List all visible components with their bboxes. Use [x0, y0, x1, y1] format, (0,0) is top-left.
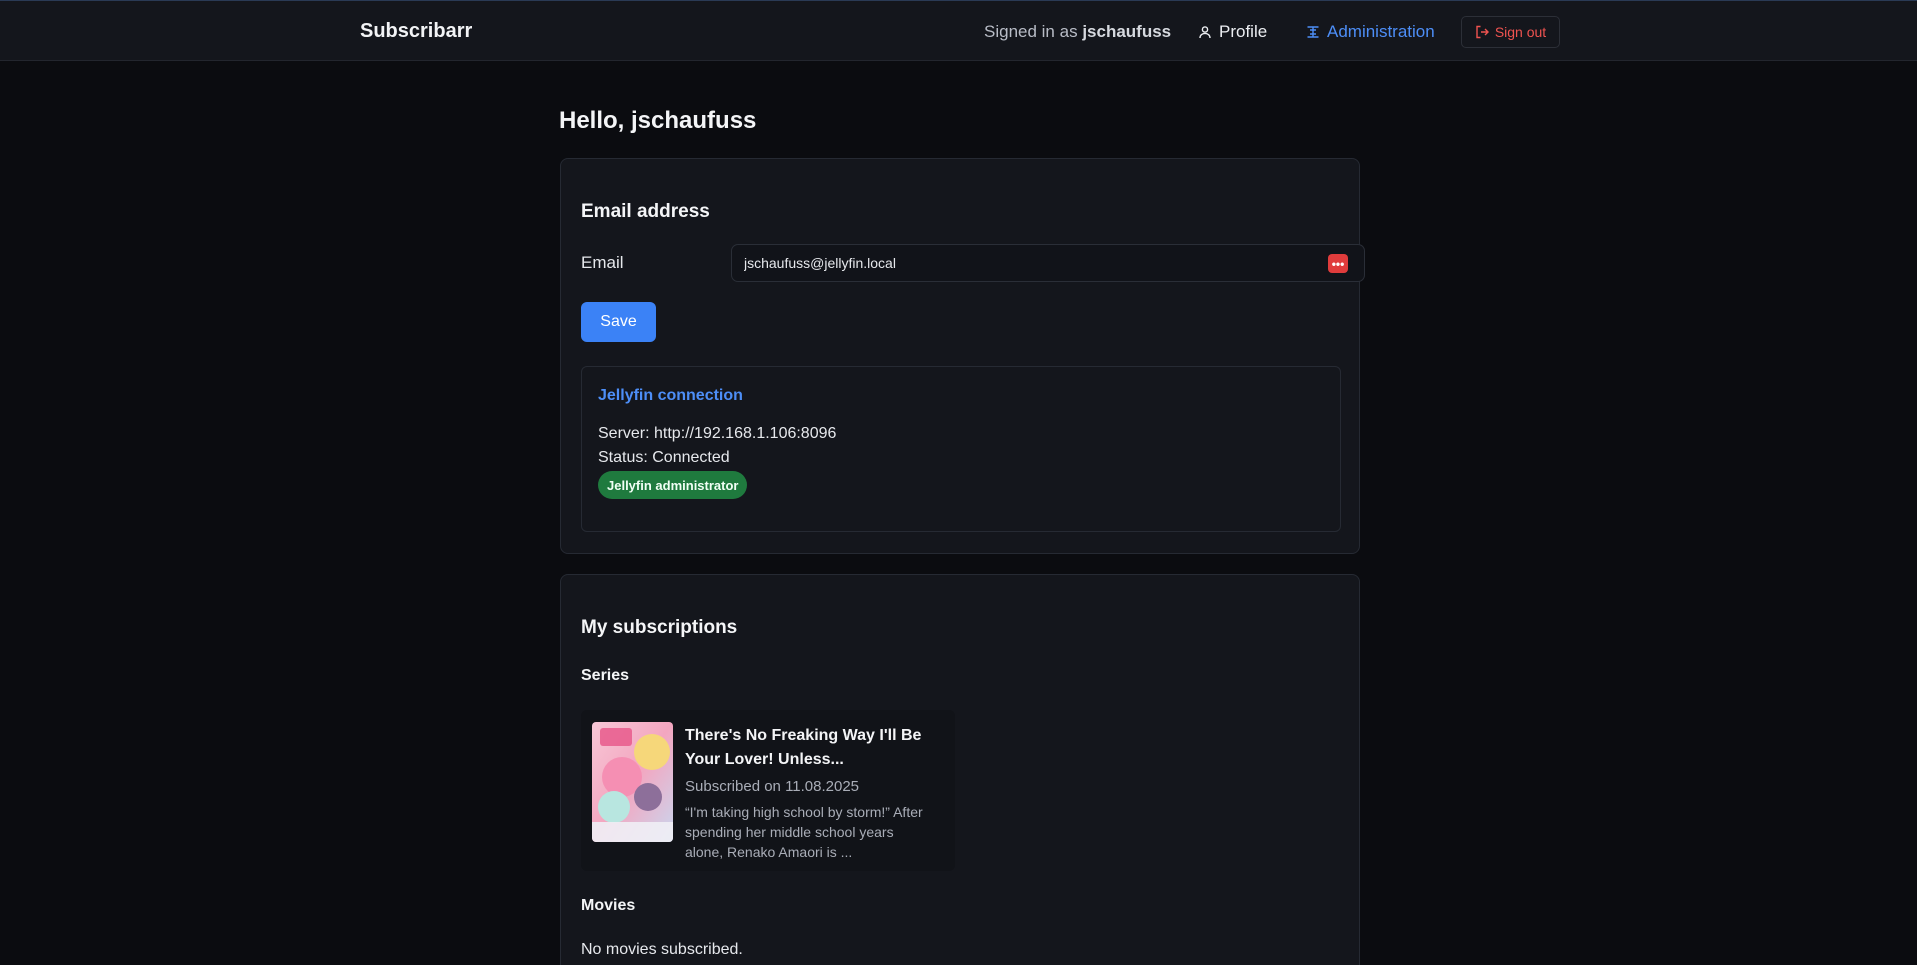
email-label: Email [581, 253, 624, 272]
subscriptions-card: My subscriptions Series There's No Freak… [560, 574, 1360, 965]
movies-empty-text: No movies subscribed. [581, 941, 743, 958]
signed-in-text: Signed in as jschaufuss [984, 22, 1171, 42]
jellyfin-server: Server: http://192.168.1.106:8096 [598, 425, 837, 442]
jellyfin-status: Status: Connected [598, 449, 730, 466]
email-card-title: Email address [581, 201, 710, 222]
series-poster [592, 722, 673, 842]
jellyfin-connection-panel: Jellyfin connection Server: http://192.1… [581, 366, 1341, 532]
app-brand[interactable]: Subscribarr [360, 20, 472, 43]
series-description: “I'm taking high school by storm!” After… [685, 804, 923, 860]
series-subscription-item[interactable]: There's No Freaking Way I'll Be Your Lov… [581, 710, 955, 871]
series-subscribed-date: Subscribed on 11.08.2025 [685, 778, 860, 795]
password-manager-icon[interactable]: ••• [1328, 254, 1348, 273]
series-heading: Series [581, 667, 630, 684]
nav-profile-link[interactable]: Profile [1198, 22, 1267, 42]
email-card: Email address Email ••• Save Jellyfin co… [560, 158, 1365, 554]
page-title: Hello, jschaufuss [559, 107, 757, 134]
series-title: There's No Freaking Way I'll Be Your Lov… [685, 727, 922, 768]
sign-out-button[interactable]: Sign out [1461, 16, 1560, 48]
admin-icon [1306, 25, 1320, 39]
top-navbar: Subscribarr Signed in as jschaufuss Prof… [0, 0, 1917, 61]
sign-out-icon [1475, 25, 1489, 39]
nav-profile-label: Profile [1219, 22, 1268, 41]
jellyfin-connection-title: Jellyfin connection [598, 387, 743, 404]
jellyfin-admin-badge: Jellyfin administrator [598, 471, 748, 499]
signed-in-prefix: Signed in as [984, 22, 1078, 41]
signed-in-username: jschaufuss [1082, 22, 1172, 41]
subscriptions-title: My subscriptions [581, 617, 738, 638]
email-field[interactable] [731, 244, 1365, 282]
sign-out-label: Sign out [1494, 24, 1547, 40]
movies-heading: Movies [581, 897, 636, 914]
nav-administration-label: Administration [1327, 22, 1435, 41]
save-button[interactable]: Save [581, 302, 656, 342]
user-icon [1198, 25, 1212, 39]
nav-administration-link[interactable]: Administration [1306, 22, 1435, 42]
